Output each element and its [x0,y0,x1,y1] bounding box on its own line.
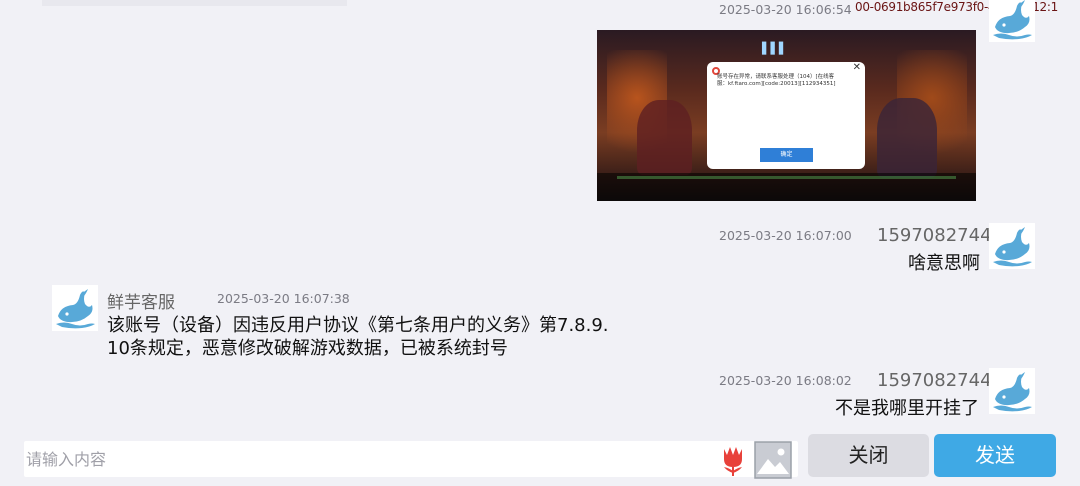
game-character [637,100,692,175]
game-error-dialog: ✕ 账号存在异常，请联系客服处理（104）[在线客 服：kf.ftaro.com… [707,62,865,169]
game-character [877,98,937,178]
close-button[interactable]: 关闭 [808,434,929,477]
sender-id: 1597082744 [877,225,992,246]
tulip-icon[interactable] [716,443,750,477]
whale-avatar-icon [52,285,98,331]
user-avatar[interactable] [989,223,1035,269]
agent-message-line: 该账号（设备）因违反用户协议《第七条用户的义务》第7.8.9. [107,315,609,336]
whale-avatar-icon [989,0,1035,42]
user-avatar[interactable] [989,368,1035,414]
message-text: 啥意思啊 [908,253,980,274]
message-time: 2025-03-20 16:07:38 [217,291,350,306]
sender-id: 1597082744 [877,370,992,391]
agent-message: 该账号（设备）因违反用户协议《第七条用户的义务》第7.8.9. 10条规定，恶意… [107,314,627,360]
sent-image[interactable]: ▌▌▌ ✕ 账号存在异常，请联系客服处理（104）[在线客 服：kf.ftaro… [597,30,976,201]
whale-avatar-icon [989,223,1035,269]
game-logo: ▌▌▌ [762,42,788,55]
agent-avatar[interactable] [52,285,98,331]
whale-avatar-icon [989,368,1035,414]
dialog-text: 账号存在异常，请联系客服处理（104）[在线客 服：kf.ftaro.com][… [717,74,836,87]
image-icon[interactable] [754,441,792,479]
message-time: 2025-03-20 16:07:00 [719,228,852,243]
message-input[interactable] [24,441,706,477]
user-avatar[interactable] [989,0,1035,42]
dialog-confirm-button: 确定 [760,148,813,162]
message-input-box[interactable] [24,441,798,477]
message-time: 2025-03-20 16:08:02 [719,373,852,388]
agent-message-line: 10条规定，恶意修改破解游戏数据，已被系统封号 [107,338,508,359]
previous-message-edge [42,0,347,6]
message-text: 不是我哪里开挂了 [835,398,979,419]
close-icon: ✕ [852,62,861,73]
game-footer-bar [617,176,956,179]
agent-name: 鲜芋客服 [107,293,175,313]
send-button[interactable]: 发送 [934,434,1056,477]
message-time: 2025-03-20 16:06:54 [719,2,852,17]
